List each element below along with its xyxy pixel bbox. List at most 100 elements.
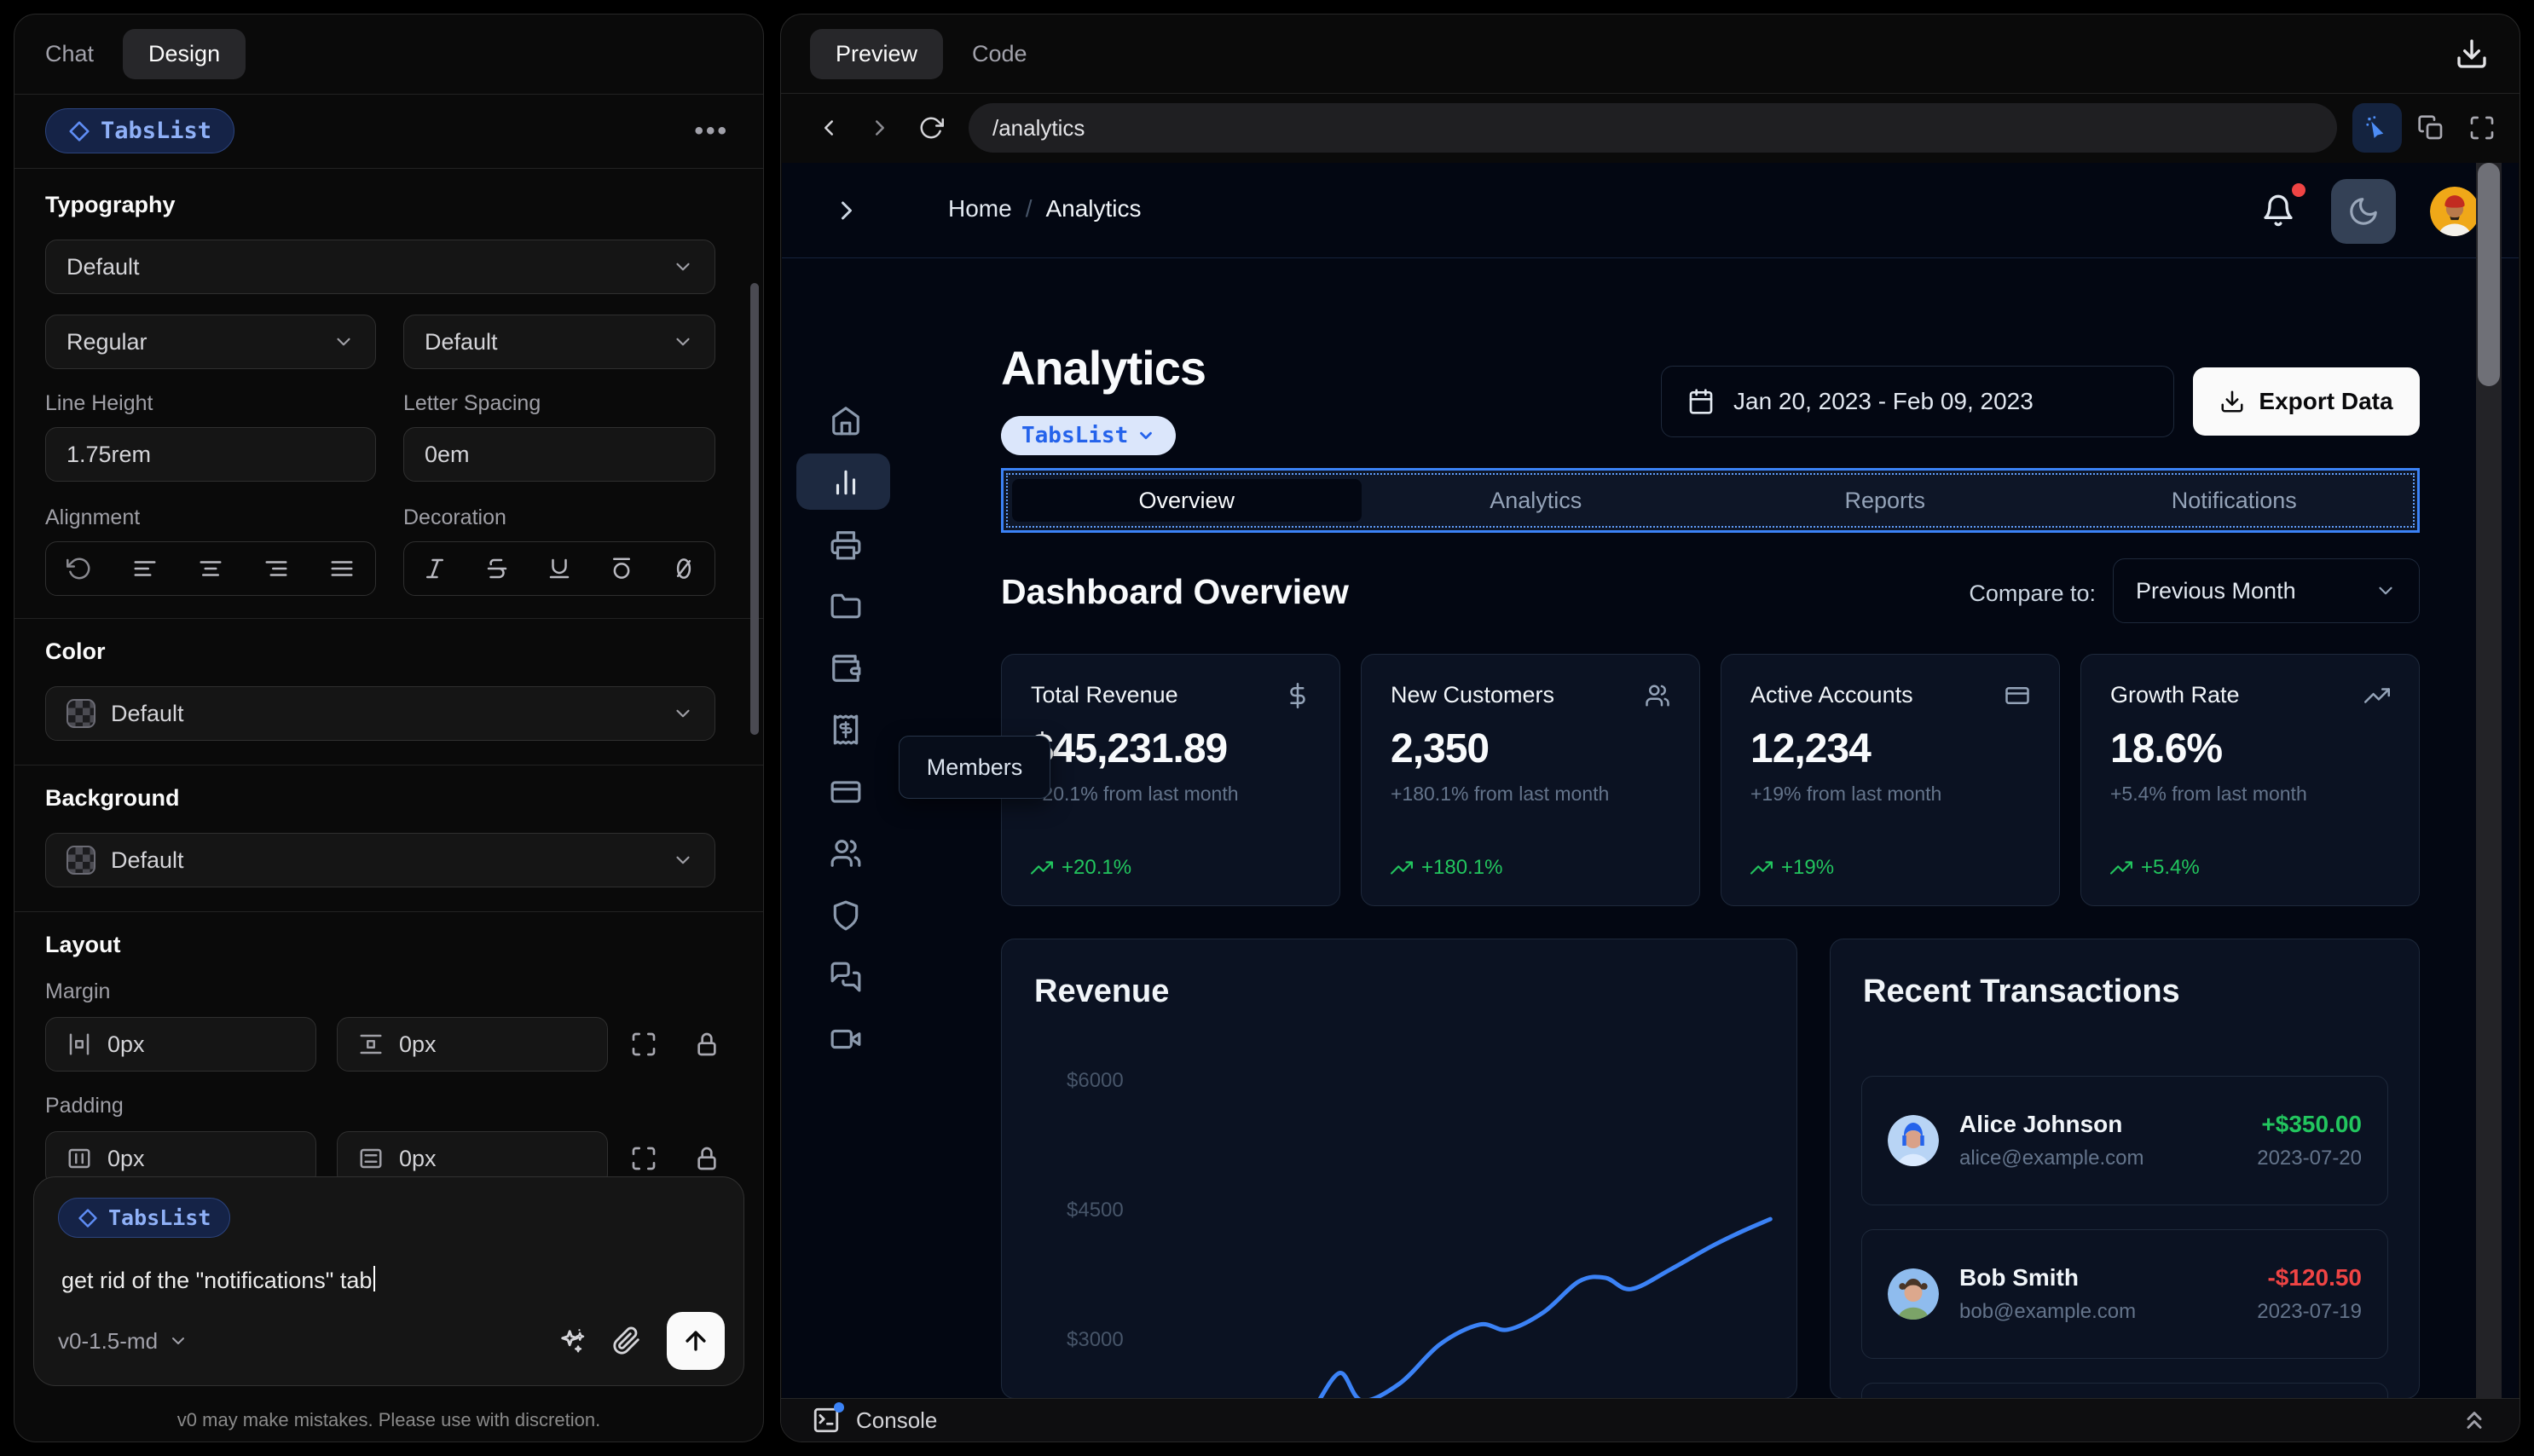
- stat-card-active-accounts[interactable]: Active Accounts 12,234 +19% from last mo…: [1721, 654, 2060, 906]
- sparkles-icon[interactable]: [558, 1326, 587, 1355]
- tab-notifications[interactable]: Notifications: [2060, 479, 2410, 522]
- selected-element-chip[interactable]: TabsList: [45, 108, 235, 153]
- font-family-select[interactable]: Default: [45, 240, 715, 294]
- more-options-icon[interactable]: •••: [694, 117, 729, 146]
- italic-icon[interactable]: [422, 556, 448, 581]
- transaction-date: 2023-07-19: [2257, 1300, 2362, 1323]
- sidebar-toggle-icon[interactable]: [831, 195, 862, 226]
- console-activity-dot: [834, 1402, 844, 1413]
- export-data-button[interactable]: Export Data: [2193, 367, 2420, 436]
- sidebar-tooltip: Members: [899, 736, 1050, 799]
- tab-analytics[interactable]: Analytics: [1362, 479, 1711, 522]
- design-mode-cursor-icon[interactable]: [2352, 103, 2402, 153]
- preview-scrollbar[interactable]: [2476, 163, 2502, 1398]
- download-icon[interactable]: [2455, 37, 2489, 71]
- printer-icon[interactable]: [830, 529, 862, 561]
- theme-toggle-button[interactable]: [2331, 179, 2396, 244]
- chevron-down-icon: [676, 709, 690, 718]
- messages-icon[interactable]: [830, 961, 862, 993]
- stat-card-total-revenue[interactable]: Total Revenue $45,231.89 +20.1% from las…: [1001, 654, 1340, 906]
- tab-code[interactable]: Code: [972, 41, 1027, 67]
- users-icon[interactable]: [830, 837, 862, 870]
- stat-card-growth-rate[interactable]: Growth Rate 18.6% +5.4% from last month …: [2080, 654, 2420, 906]
- credit-card-icon[interactable]: [830, 776, 862, 808]
- composer-context-chip[interactable]: TabsList: [58, 1198, 231, 1238]
- disclaimer-text: v0 may make mistakes. Please use with di…: [176, 1409, 601, 1430]
- refresh-icon[interactable]: [909, 106, 953, 150]
- typography-heading: Typography: [45, 192, 176, 217]
- chat-composer[interactable]: TabsList get rid of the "notifications" …: [33, 1176, 744, 1386]
- shield-icon[interactable]: [830, 899, 862, 932]
- selected-component-badge[interactable]: TabsList: [1001, 416, 1177, 455]
- margin-lock-icon[interactable]: [688, 1026, 726, 1063]
- copy-icon[interactable]: [2409, 106, 2453, 150]
- padding-lock-icon[interactable]: [688, 1140, 726, 1177]
- folder-icon[interactable]: [830, 590, 862, 622]
- align-right-icon[interactable]: [263, 556, 289, 581]
- font-weight-select[interactable]: Regular: [45, 315, 376, 369]
- url-input[interactable]: /analytics: [969, 103, 2337, 153]
- users-icon: [1646, 685, 1669, 706]
- console-bar[interactable]: Console: [781, 1398, 2520, 1442]
- recent-transactions-card: Recent Transactions Alice Johnson alice@…: [1830, 939, 2420, 1398]
- underline-icon[interactable]: [547, 556, 572, 581]
- margin-expand-icon[interactable]: [625, 1026, 662, 1063]
- align-justify-icon[interactable]: [329, 556, 355, 581]
- date-range-picker[interactable]: Jan 20, 2023 - Feb 09, 2023: [1661, 366, 2174, 437]
- stat-card-new-customers[interactable]: New Customers 2,350 +180.1% from last mo…: [1361, 654, 1700, 906]
- chevron-down-icon: [172, 1338, 185, 1344]
- padding-expand-icon[interactable]: [625, 1140, 662, 1177]
- chevron-down-icon: [2379, 586, 2392, 595]
- selected-element-row: TabsList •••: [14, 94, 763, 168]
- transaction-row[interactable]: Alice Johnson alice@example.com +$350.00…: [1861, 1076, 2388, 1205]
- tab-reports[interactable]: Reports: [1710, 479, 2060, 522]
- margin-y-input[interactable]: 0px: [337, 1017, 608, 1072]
- app-header: Home / Analytics: [782, 163, 2519, 258]
- diamond-icon: [78, 1208, 97, 1228]
- trending-up-icon: [2110, 861, 2132, 875]
- align-left-icon[interactable]: [132, 556, 158, 581]
- tab-chat[interactable]: Chat: [45, 41, 94, 67]
- receipt-icon[interactable]: [830, 714, 862, 746]
- transaction-row[interactable]: Bob Smith bob@example.com -$120.50 2023-…: [1861, 1229, 2388, 1359]
- wallet-icon[interactable]: [830, 652, 862, 685]
- tab-preview[interactable]: Preview: [810, 28, 944, 79]
- align-center-icon[interactable]: [198, 556, 223, 581]
- line-height-input[interactable]: 1.75rem: [45, 427, 376, 482]
- color-select[interactable]: Default: [45, 686, 715, 741]
- panel-scrollbar[interactable]: [750, 283, 759, 735]
- chevrons-up-icon[interactable]: [2460, 1406, 2489, 1435]
- text-caret: [373, 1266, 376, 1291]
- background-select[interactable]: Default: [45, 833, 715, 887]
- fullscreen-icon[interactable]: [2460, 106, 2504, 150]
- tab-overview[interactable]: Overview: [1012, 479, 1362, 522]
- no-decoration-icon[interactable]: [671, 556, 697, 581]
- home-icon[interactable]: [830, 404, 862, 436]
- bar-chart-icon[interactable]: [830, 466, 862, 499]
- credit-card-icon: [2005, 686, 2029, 704]
- send-button[interactable]: [667, 1312, 725, 1370]
- avatar: [1888, 1268, 1939, 1320]
- composer-input[interactable]: get rid of the "notifications" tab: [61, 1266, 376, 1294]
- font-size-select[interactable]: Default: [403, 315, 715, 369]
- forward-icon[interactable]: [858, 106, 902, 150]
- tab-design[interactable]: Design: [123, 29, 246, 79]
- paperclip-icon[interactable]: [612, 1326, 641, 1355]
- model-select[interactable]: v0-1.5-md: [58, 1328, 188, 1355]
- user-avatar[interactable]: [2430, 187, 2479, 236]
- scrollbar-thumb[interactable]: [2478, 163, 2500, 386]
- bell-icon[interactable]: [2261, 194, 2295, 228]
- back-icon[interactable]: [807, 106, 851, 150]
- strikethrough-icon[interactable]: [484, 556, 510, 581]
- compare-label: Compare to:: [1969, 581, 2096, 606]
- chevron-down-icon: [676, 263, 690, 271]
- margin-x-input[interactable]: 0px: [45, 1017, 316, 1072]
- divider: [14, 765, 763, 766]
- breadcrumb-home[interactable]: Home: [948, 195, 1012, 222]
- undo-icon[interactable]: [66, 556, 92, 581]
- overline-icon[interactable]: [609, 556, 634, 581]
- video-icon[interactable]: [830, 1023, 862, 1055]
- breadcrumb: Home / Analytics: [948, 195, 1142, 222]
- compare-select[interactable]: Previous Month: [2113, 558, 2420, 623]
- letter-spacing-input[interactable]: 0em: [403, 427, 715, 482]
